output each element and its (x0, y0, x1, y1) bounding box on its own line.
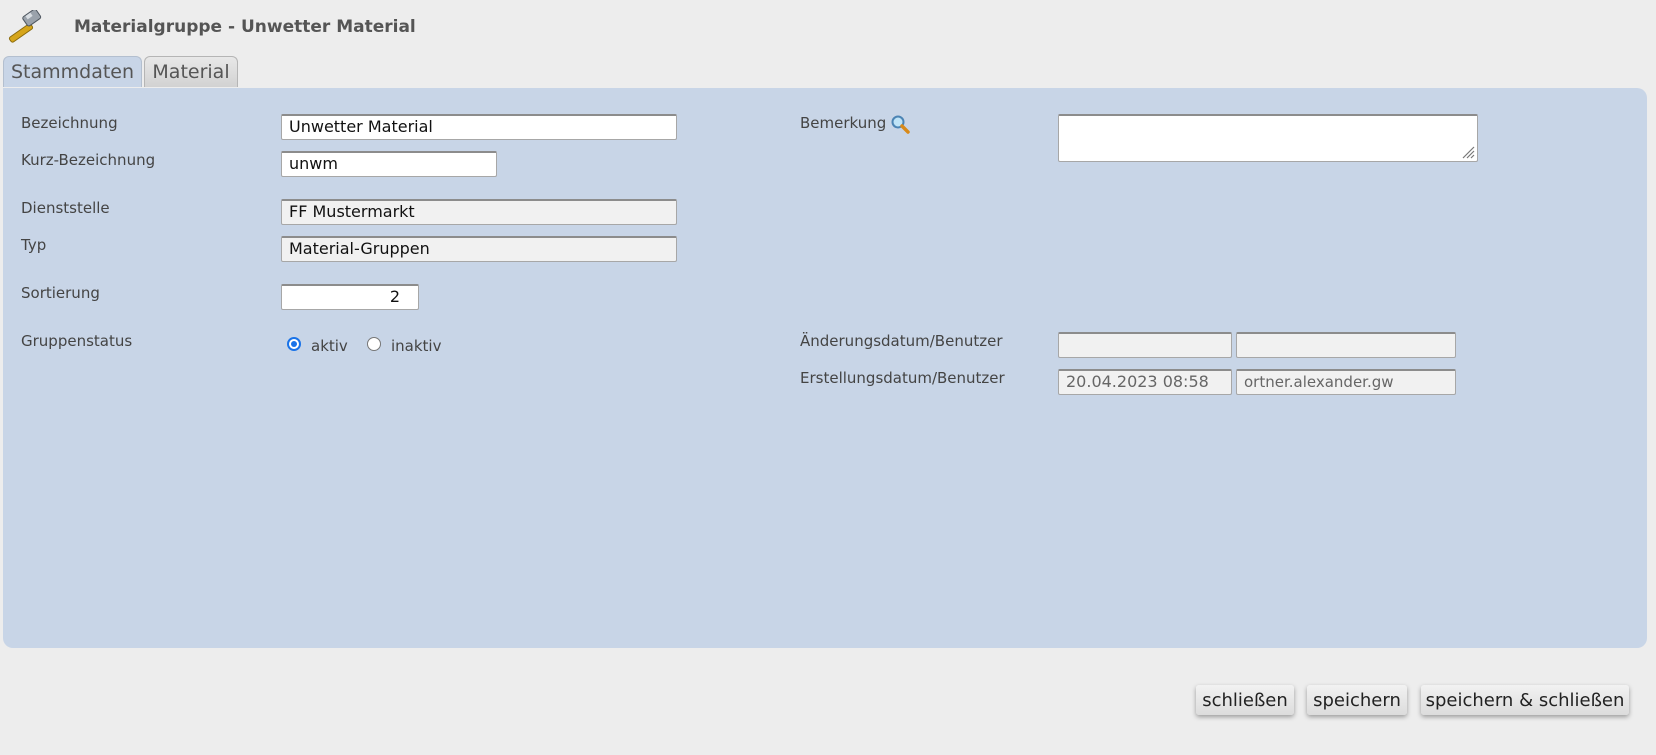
radio-inaktiv-label[interactable]: inaktiv (391, 337, 441, 355)
hammer-icon (8, 10, 42, 43)
kurz-bezeichnung-input[interactable]: unwm (281, 151, 497, 177)
header: Materialgruppe - Unwetter Material (0, 0, 1656, 56)
bezeichnung-label: Bezeichnung (21, 114, 118, 132)
aenderung-date-field (1058, 332, 1232, 358)
page-title: Materialgruppe - Unwetter Material (74, 17, 416, 37)
dienststelle-label: Dienststelle (21, 199, 110, 217)
typ-label: Typ (21, 236, 47, 254)
erstellung-user-field: ortner.alexander.gw (1236, 369, 1456, 395)
kurz-bezeichnung-label: Kurz-Bezeichnung (21, 151, 156, 169)
resize-handle-icon[interactable] (1461, 145, 1475, 159)
bezeichnung-input[interactable]: Unwetter Material (281, 114, 677, 140)
gruppenstatus-label: Gruppenstatus (21, 332, 133, 350)
bemerkung-label: Bemerkung (800, 114, 887, 132)
typ-field: Material-Gruppen (281, 236, 677, 262)
radio-aktiv-label[interactable]: aktiv (311, 337, 348, 355)
sortierung-input[interactable]: 2 (281, 284, 419, 310)
erstellung-date-field: 20.04.2023 08:58 (1058, 369, 1232, 395)
aenderung-label: Änderungsdatum/Benutzer (800, 332, 1003, 350)
tab-material[interactable]: Material (144, 56, 238, 87)
aenderung-user-field (1236, 332, 1456, 358)
bemerkung-textarea[interactable] (1058, 114, 1478, 162)
radio-aktiv[interactable] (287, 337, 301, 351)
save-close-button[interactable]: speichern & schließen (1421, 685, 1629, 715)
magnifier-icon[interactable] (890, 114, 910, 134)
dienststelle-field: FF Mustermarkt (281, 199, 677, 225)
close-button[interactable]: schließen (1196, 685, 1294, 715)
save-button[interactable]: speichern (1307, 685, 1407, 715)
sortierung-label: Sortierung (21, 284, 100, 302)
tab-stammdaten[interactable]: Stammdaten (3, 56, 142, 87)
form-panel: Bezeichnung Unwetter Material Kurz-Bezei… (3, 88, 1647, 648)
erstellung-label: Erstellungsdatum/Benutzer (800, 369, 1005, 387)
radio-inaktiv[interactable] (367, 337, 381, 351)
